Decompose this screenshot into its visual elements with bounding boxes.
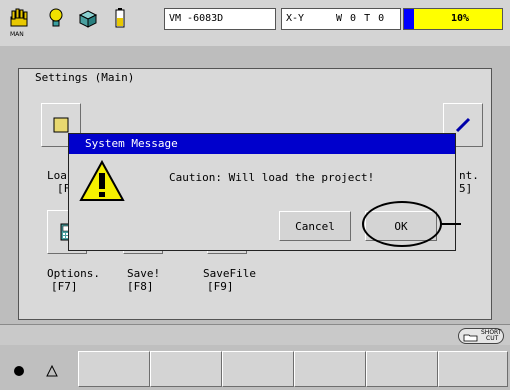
options-key: [F7] (51, 280, 78, 293)
record-dot-icon[interactable] (14, 366, 24, 376)
speed-value: 10% (450, 13, 470, 24)
callout-line (441, 223, 461, 225)
dialog-message: Caution: Will load the project! (169, 171, 375, 184)
print-key: 5] (459, 182, 473, 195)
triangle-icon[interactable] (46, 364, 58, 377)
shortcut-label-line-2: CUT (486, 335, 499, 342)
function-key-2[interactable] (150, 351, 222, 387)
options-label: Options. (47, 267, 100, 280)
cube-icon[interactable] (76, 6, 100, 30)
load-icon (51, 115, 71, 135)
function-key-6[interactable] (438, 351, 508, 387)
savefile-key: [F9] (207, 280, 234, 293)
shortcut-button[interactable]: SHORT CUT (458, 328, 504, 344)
print-label: nt. (459, 169, 479, 182)
battery-icon[interactable] (108, 6, 132, 30)
coordinate-field: X-Y W 0 T 0 (281, 8, 401, 30)
dialog-title-bar[interactable]: System Message (69, 134, 455, 154)
settings-title: Settings (Main) (35, 71, 135, 84)
pen-icon (453, 115, 473, 135)
dialog-title: System Message (85, 137, 178, 150)
function-key-bar (0, 345, 510, 390)
hand-icon[interactable] (8, 6, 32, 30)
savefile-label: SaveFile (203, 267, 256, 280)
cancel-button[interactable]: Cancel (279, 211, 351, 241)
save-key: [F8] (127, 280, 154, 293)
coordinate-system: X-Y (286, 13, 305, 24)
shortcut-icon (463, 332, 479, 342)
mode-label: MAN (10, 31, 24, 38)
tool-status: W 0 T 0 (336, 13, 386, 24)
work-area: Settings (Main) Loa [F nt. 5] Options. [… (0, 46, 510, 324)
function-key-1[interactable] (78, 351, 150, 387)
top-status-bar: MAN VM -6083D X-Y W 0 T 0 10% (0, 0, 510, 47)
shortcut-label: SHORT CUT (481, 330, 501, 342)
lightbulb-icon[interactable] (44, 6, 68, 30)
status-bar: SHORT CUT (0, 324, 510, 345)
load-label: Loa (47, 169, 67, 182)
system-message-dialog: System Message Caution: Will load the pr… (68, 133, 461, 251)
function-key-5[interactable] (366, 351, 438, 387)
function-key-3[interactable] (222, 351, 294, 387)
function-key-4[interactable] (294, 351, 366, 387)
ok-button[interactable]: OK (365, 211, 437, 241)
robot-name-field: VM -6083D (164, 8, 276, 30)
warning-icon (79, 159, 125, 203)
robot-name: VM -6083D (169, 13, 224, 24)
save-label: Save! (127, 267, 161, 280)
speed-indicator[interactable]: 10% (403, 8, 503, 30)
